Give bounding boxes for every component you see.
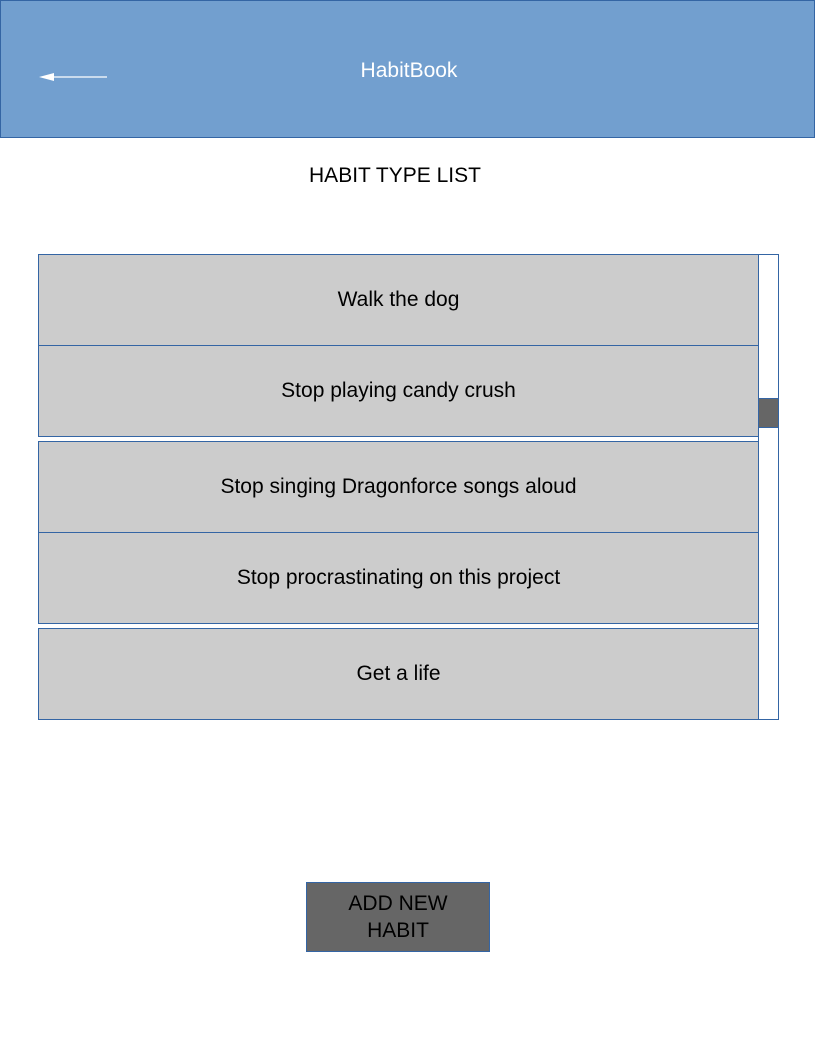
page-title: HABIT TYPE LIST — [309, 164, 481, 187]
habit-list-item-stop-singing-dragonforce[interactable]: Stop singing Dragonforce songs aloud — [38, 441, 759, 533]
add-new-habit-button[interactable]: ADD NEW HABIT — [306, 882, 490, 952]
habit-list-item-stop-playing-candy-crush[interactable]: Stop playing candy crush — [38, 345, 759, 437]
habit-type-list-screen: HabitBook HABIT TYPE LIST Walk the dog S… — [0, 0, 816, 1056]
habit-list-item-stop-procrastinating[interactable]: Stop procrastinating on this project — [38, 532, 759, 624]
scrollbar-thumb[interactable] — [758, 398, 779, 428]
habit-list-scrollbar[interactable] — [758, 254, 779, 720]
habit-list-item-walk-the-dog[interactable]: Walk the dog — [38, 254, 759, 346]
app-title: HabitBook — [360, 59, 458, 82]
app-header: HabitBook — [0, 0, 815, 138]
habit-list-item-get-a-life[interactable]: Get a life — [38, 628, 759, 720]
